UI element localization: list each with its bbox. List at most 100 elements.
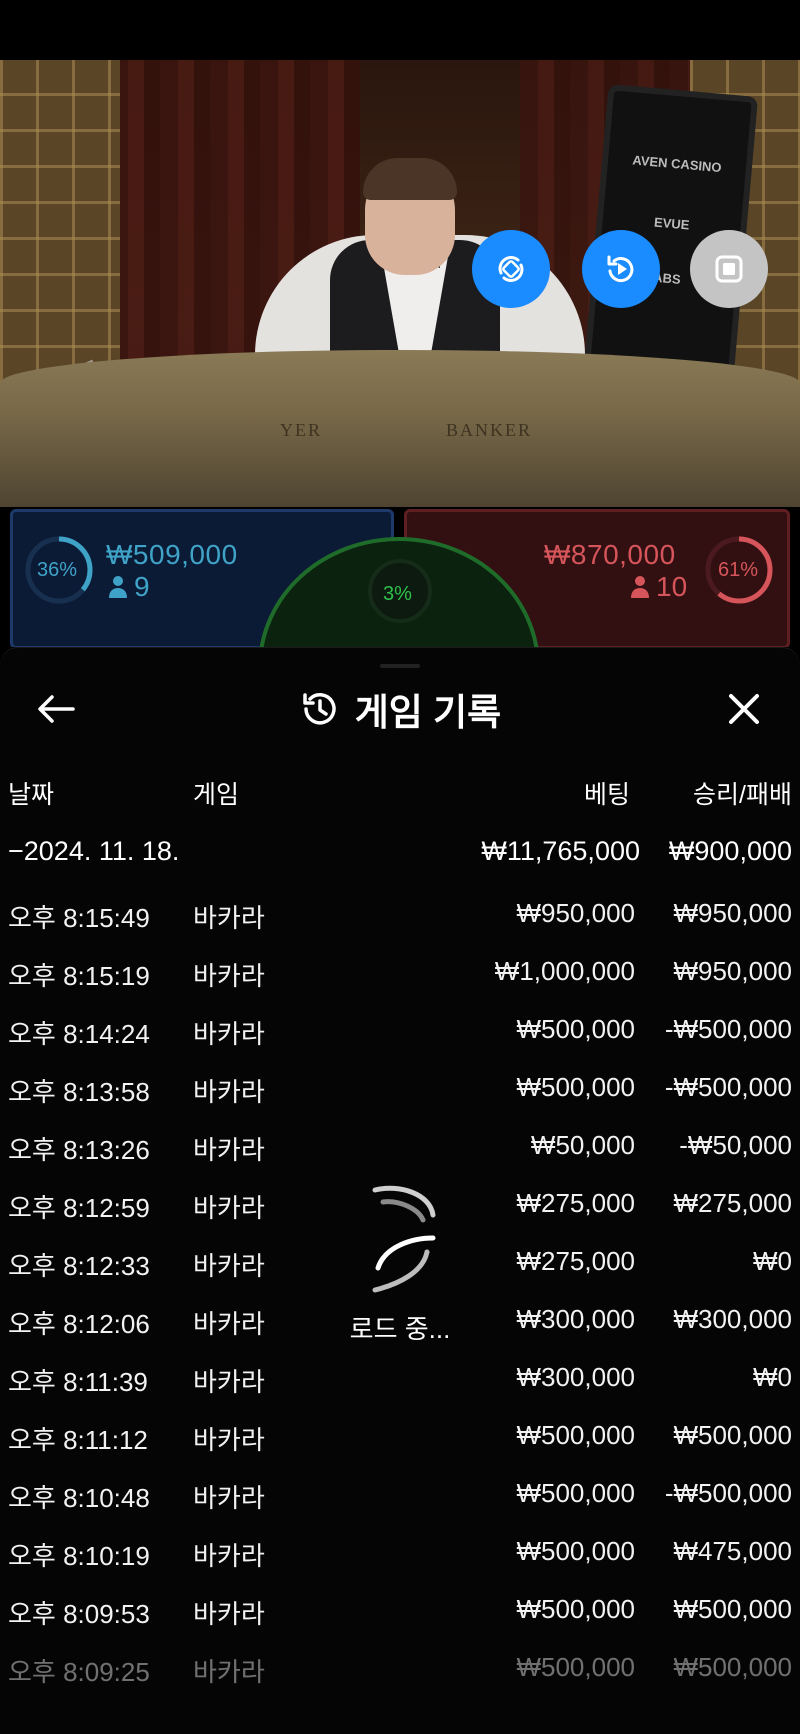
row-win-loss: ₩275,000 xyxy=(673,1188,792,1218)
row-win-loss: ₩0 xyxy=(753,1246,792,1276)
row-bet: ₩500,000 xyxy=(516,1420,635,1450)
row-game: 바카라 xyxy=(193,961,265,991)
row-bet: ₩1,000,000 xyxy=(494,956,635,986)
row-win-loss: -₩500,000 xyxy=(664,1014,792,1044)
replay-video-button[interactable] xyxy=(582,230,660,308)
row-win-loss: ₩500,000 xyxy=(673,1420,792,1450)
row-game: 바카라 xyxy=(193,1077,265,1107)
rotate-view-button[interactable] xyxy=(472,230,550,308)
row-game: 바카라 xyxy=(193,1425,265,1455)
row-time: 오후 8:12:59 xyxy=(8,1193,150,1223)
row-bet: ₩275,000 xyxy=(516,1246,635,1276)
betting-panel: 3% 36% ₩509,000 9 ₩870,000 10 61% xyxy=(0,507,800,647)
person-icon xyxy=(109,576,127,598)
row-game: 바카라 xyxy=(193,1657,265,1687)
row-game: 바카라 xyxy=(193,1251,265,1281)
row-win-loss: ₩500,000 xyxy=(673,1594,792,1624)
stop-icon xyxy=(715,255,743,283)
row-win-loss: ₩500,000 xyxy=(673,1652,792,1682)
group-date: −2024. 11. 18. xyxy=(8,836,180,866)
row-time: 오후 8:13:26 xyxy=(8,1135,150,1165)
player-percent: 36% xyxy=(37,559,78,581)
history-icon xyxy=(303,693,336,725)
row-time: 오후 8:14:24 xyxy=(8,1019,150,1049)
player-bet-total: ₩509,000 xyxy=(106,539,238,570)
row-game: 바카라 xyxy=(193,903,265,933)
date-group-row[interactable]: −2024. 11. 18. ₩11,765,000 ₩900,000 xyxy=(0,836,800,876)
history-row[interactable]: 오후 8:13:58 바카라 ₩500,000 -₩500,000 xyxy=(0,1072,800,1112)
loading-spinner-icon xyxy=(372,1185,436,1293)
loading-label: 로드 중... xyxy=(349,1314,451,1344)
rotate-view-icon xyxy=(498,256,524,282)
player-count: 9 xyxy=(108,571,150,603)
row-win-loss: ₩0 xyxy=(753,1362,792,1392)
row-game: 바카라 xyxy=(193,1019,265,1049)
row-bet: ₩500,000 xyxy=(516,1478,635,1508)
row-game: 바카라 xyxy=(193,1367,265,1397)
history-row[interactable]: 오후 8:11:39 바카라 ₩300,000 ₩0 xyxy=(0,1362,800,1402)
page-title: 게임 기록 xyxy=(354,692,502,733)
dealer-hair xyxy=(363,158,457,200)
stop-button[interactable] xyxy=(690,230,768,308)
history-row[interactable]: 오후 8:13:26 바카라 ₩50,000 -₩50,000 xyxy=(0,1130,800,1170)
history-row[interactable]: 오후 8:10:19 바카라 ₩500,000 ₩475,000 xyxy=(0,1536,800,1576)
row-time: 오후 8:12:06 xyxy=(8,1309,150,1339)
person-icon xyxy=(631,576,649,598)
history-row[interactable]: 오후 8:11:12 바카라 ₩500,000 ₩500,000 xyxy=(0,1420,800,1460)
row-bet: ₩300,000 xyxy=(516,1362,635,1392)
row-time: 오후 8:15:49 xyxy=(8,903,150,933)
history-row[interactable]: 오후 8:10:48 바카라 ₩500,000 -₩500,000 xyxy=(0,1478,800,1518)
history-row[interactable]: 오후 8:09:53 바카라 ₩500,000 ₩500,000 xyxy=(0,1594,800,1634)
row-game: 바카라 xyxy=(193,1483,265,1513)
close-icon xyxy=(729,694,759,724)
tie-percent: 3% xyxy=(383,583,412,605)
row-time: 오후 8:15:19 xyxy=(8,961,150,991)
sheet-handle[interactable] xyxy=(380,664,420,668)
group-bet-total: ₩11,765,000 xyxy=(481,836,640,866)
loading-indicator: 로드 중... xyxy=(330,1180,470,1360)
row-win-loss: -₩50,000 xyxy=(679,1130,792,1160)
row-win-loss: ₩950,000 xyxy=(673,898,792,928)
column-bet: 베팅 xyxy=(583,781,630,809)
row-bet: ₩500,000 xyxy=(516,1594,635,1624)
row-time: 오후 8:10:48 xyxy=(8,1483,150,1513)
row-game: 바카라 xyxy=(193,1135,265,1165)
row-time: 오후 8:09:53 xyxy=(8,1599,150,1629)
baccarat-table xyxy=(0,350,800,510)
column-headers: 날짜 게임 베팅 승리/패배 xyxy=(0,775,800,815)
row-bet: ₩300,000 xyxy=(516,1304,635,1334)
row-time: 오후 8:12:33 xyxy=(8,1251,150,1281)
row-bet: ₩950,000 xyxy=(516,898,635,928)
player-count-value: 9 xyxy=(134,571,150,602)
row-game: 바카라 xyxy=(193,1541,265,1571)
history-row[interactable]: 오후 8:14:24 바카라 ₩500,000 -₩500,000 xyxy=(0,1014,800,1054)
row-win-loss: ₩300,000 xyxy=(673,1304,792,1334)
history-row[interactable]: 오후 8:15:49 바카라 ₩950,000 ₩950,000 xyxy=(0,898,800,938)
column-date: 날짜 xyxy=(8,781,55,809)
replay-video-icon xyxy=(607,255,634,283)
table-label-banker: BANKER xyxy=(446,420,533,440)
row-bet: ₩500,000 xyxy=(516,1072,635,1102)
row-bet: ₩500,000 xyxy=(516,1536,635,1566)
row-win-loss: -₩500,000 xyxy=(664,1072,792,1102)
close-button[interactable] xyxy=(718,683,770,735)
row-time: 오후 8:11:39 xyxy=(8,1367,148,1397)
banker-bet-total: ₩870,000 xyxy=(544,539,676,570)
live-video: AVEN CASINO EVUE ABS YER BANKER xyxy=(0,60,800,510)
row-bet: ₩500,000 xyxy=(516,1014,635,1044)
column-game: 게임 xyxy=(193,781,240,809)
row-bet: ₩500,000 xyxy=(516,1652,635,1682)
history-row[interactable]: 오후 8:15:19 바카라 ₩1,000,000 ₩950,000 xyxy=(0,956,800,996)
table-label-player: YER xyxy=(280,420,322,440)
banker-percent: 61% xyxy=(718,559,759,581)
row-game: 바카라 xyxy=(193,1599,265,1629)
row-time: 오후 8:11:12 xyxy=(8,1425,148,1455)
group-win-loss-total: ₩900,000 xyxy=(668,836,792,866)
row-win-loss: ₩475,000 xyxy=(673,1536,792,1566)
screen-text: AVEN CASINO xyxy=(631,152,723,176)
row-win-loss: ₩950,000 xyxy=(673,956,792,986)
row-game: 바카라 xyxy=(193,1193,265,1223)
history-row[interactable]: 오후 8:09:25 바카라 ₩500,000 ₩500,000 xyxy=(0,1652,800,1692)
row-win-loss: -₩500,000 xyxy=(664,1478,792,1508)
row-bet: ₩50,000 xyxy=(530,1130,635,1160)
